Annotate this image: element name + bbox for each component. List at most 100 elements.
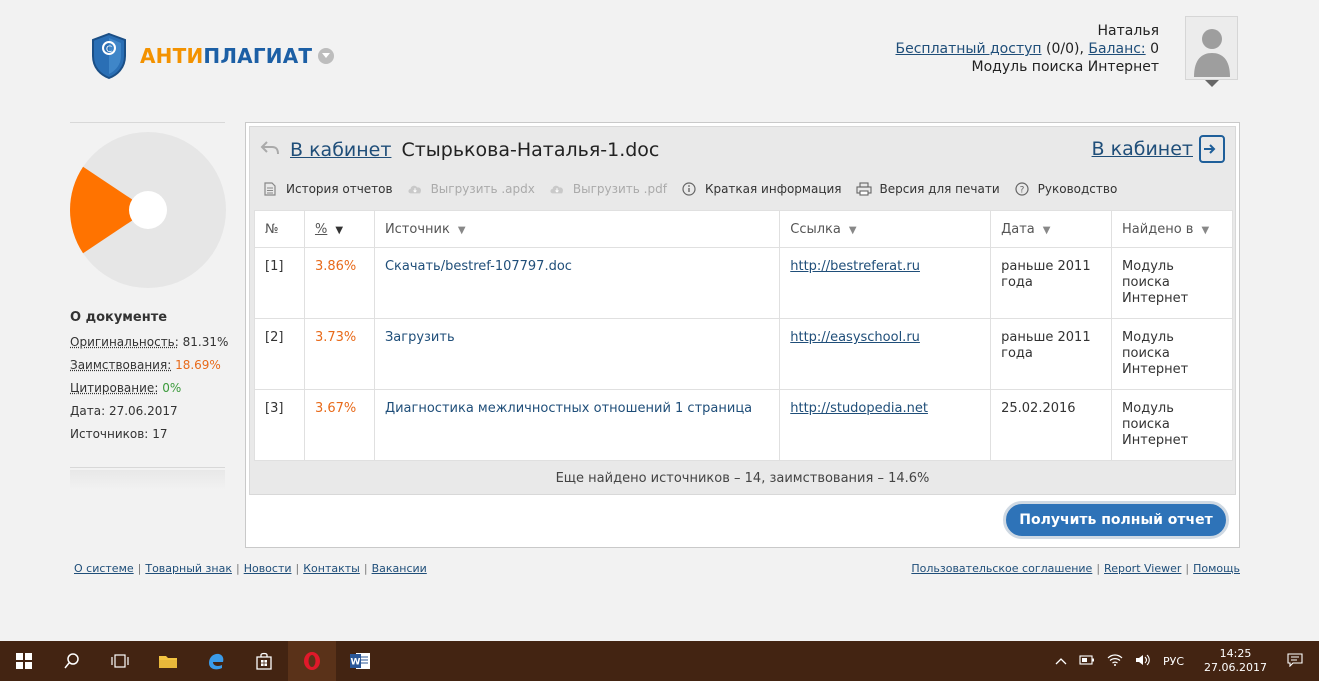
cabinet-link[interactable]: В кабинет bbox=[1092, 138, 1193, 160]
avatar-dropdown-icon[interactable] bbox=[1205, 80, 1219, 87]
svg-text:C: C bbox=[106, 45, 112, 55]
report-panel-inner: В кабинет Стырькова-Наталья-1.doc В каби… bbox=[249, 126, 1236, 495]
document-name: Стырькова-Наталья-1.doc bbox=[401, 139, 660, 161]
battery-icon[interactable] bbox=[1079, 654, 1095, 669]
row-source[interactable]: Скачать/bestref-107797.doc bbox=[373, 247, 781, 319]
row-url-link[interactable]: http://easyschool.ru bbox=[790, 330, 920, 345]
col-header-found-in[interactable]: Найдено в ▼ bbox=[1111, 210, 1233, 248]
row-num: [1] bbox=[254, 247, 305, 319]
notifications-icon[interactable] bbox=[1287, 652, 1303, 670]
row-source[interactable]: Загрузить bbox=[373, 318, 781, 390]
clock-date: 27.06.2017 bbox=[1204, 661, 1267, 674]
sort-arrow-icon: ▼ bbox=[1042, 224, 1051, 236]
table-row: [2] 3.73% Загрузить http://easyschool.ru… bbox=[254, 318, 1233, 390]
language-indicator[interactable]: РУС bbox=[1163, 655, 1184, 668]
printer-icon bbox=[855, 181, 872, 197]
user-name: Наталья bbox=[1097, 23, 1159, 39]
pie-hole bbox=[129, 191, 167, 229]
store-icon[interactable] bbox=[240, 641, 288, 681]
back-arrow-icon[interactable] bbox=[260, 140, 280, 161]
footer-links-right: Пользовательское соглашение | Report Viewe… bbox=[911, 562, 1240, 575]
footer-link-help[interactable]: Помощь bbox=[1193, 562, 1240, 575]
date-row: Дата: 27.06.2017 bbox=[70, 404, 178, 418]
report-toolbar: История отчетов Выгрузить .apdx Выгрузит… bbox=[262, 181, 1131, 197]
wifi-icon[interactable] bbox=[1107, 653, 1123, 669]
row-source[interactable]: Диагностика межличностных отношений 1 ст… bbox=[373, 389, 781, 461]
date-value: 27.06.2017 bbox=[108, 404, 178, 418]
clock-time: 14:25 bbox=[1219, 647, 1252, 660]
svg-text:?: ? bbox=[1019, 186, 1024, 196]
sidebar-divider bbox=[70, 122, 225, 123]
col-header-num: № bbox=[254, 210, 305, 248]
document-info: О документе Оригинальность: 81.31% Заимс… bbox=[70, 310, 228, 450]
row-percent: 3.86% bbox=[303, 247, 375, 319]
table-row: [3] 3.67% Диагностика межличностных отно… bbox=[254, 389, 1233, 461]
sources-row: Источников: 17 bbox=[70, 427, 168, 441]
start-icon[interactable] bbox=[0, 641, 48, 681]
edge-icon[interactable] bbox=[192, 641, 240, 681]
footer-links-left: О системе | Товарный знак | Новости | Контакты… bbox=[74, 562, 427, 575]
document-icon bbox=[262, 181, 278, 197]
row-url-link[interactable]: http://studopedia.net bbox=[790, 401, 928, 416]
sort-arrow-icon: ▼ bbox=[1201, 224, 1210, 236]
toolbar-export-apdx[interactable]: Выгрузить .apdx bbox=[407, 181, 535, 197]
cabinet-link-right[interactable]: В кабинет bbox=[1092, 135, 1225, 163]
col-header-link[interactable]: Ссылка ▼ bbox=[779, 210, 992, 248]
module-name: Модуль поиска Интернет bbox=[971, 59, 1159, 75]
sources-value: 17 bbox=[152, 427, 168, 441]
col-header-date[interactable]: Дата ▼ bbox=[990, 210, 1113, 248]
opera-icon[interactable] bbox=[288, 641, 336, 681]
row-num: [3] bbox=[254, 389, 305, 461]
sources-table: № % ▼ Источник ▼ Ссылка ▼ Дата ▼ Найдено в ▼ … bbox=[254, 210, 1233, 461]
row-url-link[interactable]: http://bestreferat.ru bbox=[790, 259, 920, 274]
col-header-percent[interactable]: % ▼ bbox=[303, 210, 375, 248]
shield-logo-icon: C bbox=[92, 32, 126, 80]
sidebar-divider-bottom bbox=[70, 467, 225, 468]
sort-arrow-icon: ▼ bbox=[848, 224, 857, 236]
row-percent: 3.73% bbox=[303, 318, 375, 390]
row-found-in: Модуль поиска Интернет bbox=[1111, 389, 1233, 461]
row-num: [2] bbox=[254, 318, 305, 390]
cloud-download-icon bbox=[549, 181, 565, 197]
table-row: [1] 3.86% Скачать/bestref-107797.doc htt… bbox=[254, 247, 1233, 319]
footer-link-trademark[interactable]: Товарный знак bbox=[145, 562, 232, 575]
toolbar-brief-info[interactable]: Краткая информация bbox=[681, 181, 842, 197]
table-header-row: № % ▼ Источник ▼ Ссылка ▼ Дата ▼ Найдено в ▼ bbox=[254, 210, 1233, 248]
svg-text:W: W bbox=[351, 658, 361, 668]
help-icon: ? bbox=[1014, 181, 1030, 197]
volume-icon[interactable] bbox=[1135, 654, 1151, 669]
info-icon bbox=[681, 181, 697, 197]
report-titlebar: В кабинет Стырькова-Наталья-1.doc В каби… bbox=[260, 135, 1225, 165]
balance-value: 0 bbox=[1145, 41, 1159, 57]
footer-link-agreement[interactable]: Пользовательское соглашение bbox=[911, 562, 1092, 575]
footer-link-contacts[interactable]: Контакты bbox=[303, 562, 360, 575]
footer-link-report-viewer[interactable]: Report Viewer bbox=[1104, 562, 1181, 575]
toolbar-history[interactable]: История отчетов bbox=[262, 181, 393, 197]
full-report-button[interactable]: Получить полный отчет bbox=[1003, 501, 1229, 539]
originality-row: Оригинальность: 81.31% bbox=[70, 335, 229, 349]
row-date: раньше 2011 года bbox=[990, 318, 1113, 390]
balance-link[interactable]: Баланс: bbox=[1088, 41, 1145, 57]
footer-link-news[interactable]: Новости bbox=[244, 562, 292, 575]
free-access-link[interactable]: Бесплатный доступ bbox=[896, 41, 1042, 57]
chevron-up-icon[interactable] bbox=[1055, 655, 1067, 668]
file-explorer-icon[interactable] bbox=[144, 641, 192, 681]
clock[interactable]: 14:25 27.06.2017 bbox=[1204, 647, 1267, 675]
logo[interactable]: C АНТИПЛАГИАТ bbox=[90, 32, 335, 80]
toolbar-guide[interactable]: ? Руководство bbox=[1014, 181, 1117, 197]
toolbar-export-pdf[interactable]: Выгрузить .pdf bbox=[549, 181, 667, 197]
avatar[interactable] bbox=[1185, 16, 1238, 80]
toolbar-print[interactable]: Версия для печати bbox=[855, 181, 1000, 197]
sort-arrow-icon: ▼ bbox=[335, 224, 344, 236]
task-view-icon[interactable] bbox=[96, 641, 144, 681]
enter-icon[interactable] bbox=[1199, 135, 1225, 163]
row-found-in: Модуль поиска Интернет bbox=[1111, 247, 1233, 319]
col-header-source[interactable]: Источник ▼ bbox=[373, 210, 781, 248]
footer-link-about[interactable]: О системе bbox=[74, 562, 134, 575]
search-icon[interactable] bbox=[48, 641, 96, 681]
row-percent: 3.67% bbox=[303, 389, 375, 461]
chevron-down-icon[interactable] bbox=[318, 48, 335, 64]
word-icon[interactable]: W bbox=[336, 641, 384, 681]
back-to-cabinet-link[interactable]: В кабинет bbox=[290, 139, 391, 161]
footer-link-vacancies[interactable]: Вакансии bbox=[372, 562, 427, 575]
